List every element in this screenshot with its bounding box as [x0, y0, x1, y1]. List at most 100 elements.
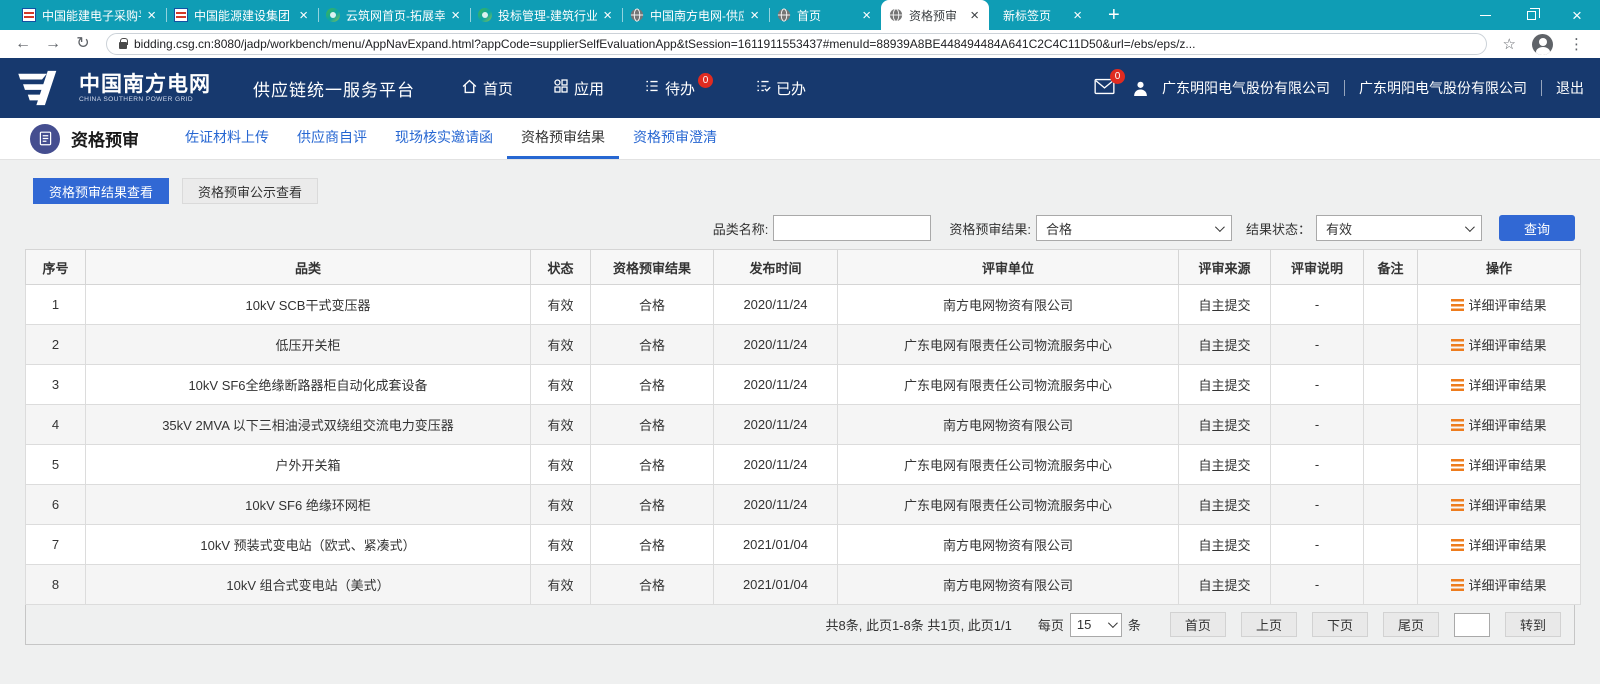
tab-close-icon[interactable]: ×	[601, 8, 614, 23]
public-view-button[interactable]: 资格预审公示查看	[182, 178, 318, 204]
next-page-button[interactable]: 下页	[1312, 612, 1368, 637]
tab-close-icon[interactable]: ×	[145, 8, 158, 23]
subnav-tab[interactable]: 佐证材料上传	[171, 118, 283, 159]
cell-status: 有效	[531, 365, 591, 405]
cell-category: 10kV SF6全绝缘断路器柜自动化成套设备	[86, 365, 531, 405]
result-view-button[interactable]: 资格预审结果查看	[33, 178, 169, 204]
logo-subtitle: CHINA SOUTHERN POWER GRID	[79, 96, 211, 103]
cell-action: 详细评审结果	[1418, 405, 1581, 445]
forward-icon[interactable]: →	[40, 36, 66, 52]
category-input[interactable]	[773, 215, 931, 241]
cell-status: 有效	[531, 325, 591, 365]
detail-review-link[interactable]: 详细评审结果	[1451, 495, 1546, 514]
browser-tab[interactable]: 首页×	[769, 0, 881, 30]
browser-menu-icon[interactable]: ⋮	[1563, 35, 1590, 53]
browser-tab[interactable]: 中国南方电网-供应×	[622, 0, 769, 30]
subnav-tab[interactable]: 现场核实邀请函	[381, 118, 507, 159]
subnav-tab[interactable]: 资格预审澄清	[619, 118, 731, 159]
cell-review-note: -	[1271, 525, 1364, 565]
cell-review-source: 自主提交	[1179, 285, 1271, 325]
table-row: 435kV 2MVA 以下三相油浸式双绕组交流电力变压器有效合格2020/11/…	[26, 405, 1581, 445]
cell-action: 详细评审结果	[1418, 285, 1581, 325]
tab-close-icon[interactable]: ×	[968, 8, 981, 23]
table-row: 710kV 预装式变电站（欧式、紧凑式）有效合格2021/01/04南方电网物资…	[26, 525, 1581, 565]
detail-review-link[interactable]: 详细评审结果	[1451, 455, 1546, 474]
per-page-select[interactable]: 15	[1070, 613, 1122, 637]
browser-tab[interactable]: 资格预审×	[881, 0, 989, 30]
reload-icon[interactable]: ↻	[70, 36, 96, 52]
cell-remark	[1364, 565, 1418, 605]
url-field[interactable]: bidding.csg.cn:8080/jadp/workbench/menu/…	[106, 33, 1487, 55]
cell-review-unit: 广东电网有限责任公司物流服务中心	[838, 485, 1179, 525]
logout-link[interactable]: 退出	[1556, 78, 1584, 98]
result-select-value: 合格	[1046, 219, 1072, 238]
browser-tab[interactable]: 中国能源建设集团×	[166, 0, 318, 30]
cell-publish-date: 2021/01/04	[714, 565, 838, 605]
status-select-value: 有效	[1326, 219, 1352, 238]
cell-remark	[1364, 485, 1418, 525]
nav-todo[interactable]: 待办0	[644, 78, 715, 99]
detail-review-link[interactable]: 详细评审结果	[1451, 415, 1546, 434]
sub-nav: 资格预审 佐证材料上传供应商自评现场核实邀请函资格预审结果资格预审澄清	[0, 118, 1600, 160]
mail-button[interactable]: 0	[1094, 78, 1115, 98]
first-page-button[interactable]: 首页	[1170, 612, 1226, 637]
subnav-tab[interactable]: 资格预审结果	[507, 118, 619, 159]
profile-avatar[interactable]	[1532, 34, 1553, 55]
detail-review-link[interactable]: 详细评审结果	[1451, 335, 1546, 354]
goto-button[interactable]: 转到	[1505, 612, 1561, 637]
page-icon	[30, 124, 60, 154]
detail-review-link[interactable]: 详细评审结果	[1451, 295, 1546, 314]
subnav-tab[interactable]: 供应商自评	[283, 118, 381, 159]
detail-review-link[interactable]: 详细评审结果	[1451, 575, 1546, 594]
cell-prequal-result: 合格	[591, 405, 714, 445]
bookmark-star-icon[interactable]: ☆	[1497, 35, 1522, 53]
platform-title: 供应链统一服务平台	[253, 76, 415, 101]
tab-close-icon[interactable]: ×	[860, 8, 873, 23]
back-icon[interactable]: ←	[10, 36, 36, 52]
column-header: 序号	[26, 250, 86, 285]
tab-close-icon[interactable]: ×	[1071, 8, 1084, 23]
cell-review-source: 自主提交	[1179, 325, 1271, 365]
cell-prequal-result: 合格	[591, 445, 714, 485]
browser-tab[interactable]: 新标签页×	[989, 0, 1092, 30]
result-select[interactable]: 合格	[1036, 215, 1232, 241]
browser-tab[interactable]: 中国能建电子采购平×	[14, 0, 166, 30]
cell-prequal-result: 合格	[591, 525, 714, 565]
list-icon	[1451, 499, 1464, 511]
tab-close-icon[interactable]: ×	[297, 8, 310, 23]
minimize-button[interactable]	[1462, 0, 1508, 30]
tab-close-icon[interactable]: ×	[748, 8, 761, 23]
company-name-2[interactable]: 广东明阳电气股份有限公司	[1359, 78, 1527, 98]
cell-remark	[1364, 365, 1418, 405]
column-header: 评审单位	[838, 250, 1179, 285]
restore-button[interactable]	[1508, 0, 1554, 30]
company-name-1[interactable]: 广东明阳电气股份有限公司	[1162, 78, 1330, 98]
cell-remark	[1364, 405, 1418, 445]
chevron-down-icon	[1108, 618, 1118, 628]
search-button[interactable]: 查询	[1499, 215, 1575, 241]
browser-tab[interactable]: 云筑网首页-拓展幸 ×	[318, 0, 470, 30]
prev-page-button[interactable]: 上页	[1241, 612, 1297, 637]
tab-close-icon[interactable]: ×	[449, 8, 462, 23]
cell-status: 有效	[531, 525, 591, 565]
cell-review-note: -	[1271, 565, 1364, 605]
user-icon[interactable]	[1133, 80, 1148, 97]
last-page-button[interactable]: 尾页	[1383, 612, 1439, 637]
cell-publish-date: 2020/11/24	[714, 365, 838, 405]
goto-page-input[interactable]	[1454, 613, 1490, 637]
cell-review-source: 自主提交	[1179, 405, 1271, 445]
tab-title: 云筑网首页-拓展幸	[346, 7, 445, 24]
cell-status: 有效	[531, 565, 591, 605]
nav-done[interactable]: 已办	[755, 78, 806, 99]
detail-review-link[interactable]: 详细评审结果	[1451, 375, 1546, 394]
nav-label: 已办	[776, 78, 806, 99]
detail-review-label: 详细评审结果	[1468, 335, 1546, 354]
nav-apps[interactable]: 应用	[553, 78, 604, 99]
detail-review-link[interactable]: 详细评审结果	[1451, 535, 1546, 554]
status-select[interactable]: 有效	[1316, 215, 1482, 241]
nav-home[interactable]: 首页	[461, 78, 513, 99]
cell-review-unit: 南方电网物资有限公司	[838, 565, 1179, 605]
browser-tab[interactable]: 投标管理-建筑行业×	[470, 0, 622, 30]
close-window-button[interactable]: ×	[1554, 0, 1600, 30]
new-tab-button[interactable]: +	[1102, 0, 1126, 30]
